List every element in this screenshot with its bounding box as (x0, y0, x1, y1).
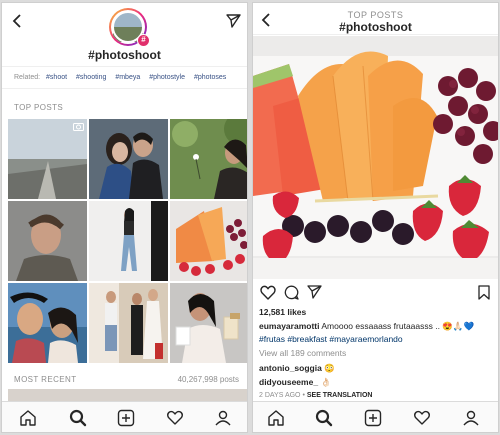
page-title: #photoshoot (88, 48, 161, 62)
search-icon[interactable] (315, 409, 333, 427)
header-sublabel: TOP POSTS (347, 10, 404, 20)
most-recent-label: MOST RECENT (14, 375, 77, 384)
likes-count[interactable]: 12,581 likes (259, 307, 306, 317)
comment-username[interactable]: antonio_soggia (259, 363, 322, 373)
post-header: TOP POSTS #photoshoot (253, 3, 498, 35)
heart-icon[interactable] (260, 285, 276, 300)
related-tag-photostyle[interactable]: #photostyle (149, 74, 185, 81)
caption: eumayaramotti Amoooo essaaass frutaaasss… (259, 321, 474, 332)
related-tags-bar: Related: #shoot #shooting #mbeya #photos… (2, 67, 247, 89)
caption-username[interactable]: eumayaramotti (259, 321, 319, 331)
comment-text: 😳 (324, 363, 335, 373)
recent-posts-preview[interactable] (8, 389, 247, 401)
comment-text: 👌🏻 (320, 377, 332, 387)
comment-icon[interactable] (284, 285, 299, 300)
post-thumbnail[interactable] (8, 283, 87, 363)
page-title: #photoshoot (339, 20, 412, 34)
bookmark-icon[interactable] (478, 285, 490, 300)
send-icon[interactable] (226, 14, 241, 28)
caption-text: Amoooo essaaass frutaaasss .. 😍🙏🏻💙 (321, 321, 475, 331)
caption-hashtags[interactable]: #frutas #breakfast #mayaraemorlando (259, 334, 403, 344)
post-time: 2 DAYS AGO (259, 392, 301, 399)
post-detail-screen: TOP POSTS #photoshoot 12,581 likes eumay… (252, 2, 499, 433)
heart-icon[interactable] (166, 409, 184, 427)
comment: antonio_soggia 😳 (259, 363, 335, 374)
add-icon[interactable] (117, 409, 135, 427)
carousel-icon (73, 123, 84, 131)
post-thumbnail[interactable] (8, 119, 87, 199)
post-thumbnail[interactable] (170, 283, 247, 363)
post-meta: 2 DAYS AGO • SEE TRANSLATION (259, 392, 372, 399)
hashtag-badge: # (137, 34, 150, 47)
bottom-tab-bar (253, 401, 498, 432)
comment-username[interactable]: didyouseeme_ (259, 377, 318, 387)
back-chevron-icon[interactable] (11, 14, 23, 28)
post-image[interactable] (253, 36, 498, 279)
send-icon[interactable] (307, 285, 322, 299)
profile-icon[interactable] (214, 409, 232, 427)
home-icon[interactable] (267, 409, 285, 427)
bottom-tab-bar (2, 401, 247, 432)
related-tag-mbeya[interactable]: #mbeya (115, 74, 140, 81)
heart-icon[interactable] (413, 409, 431, 427)
top-posts-label: TOP POSTS (14, 103, 64, 112)
post-thumbnail[interactable] (170, 119, 247, 199)
related-tag-shooting[interactable]: #shooting (76, 74, 106, 81)
hashtag-header: # #photoshoot (2, 3, 247, 67)
related-tag-photoses[interactable]: #photoses (194, 74, 226, 81)
post-thumbnail[interactable] (89, 119, 168, 199)
post-thumbnail[interactable] (89, 201, 168, 281)
view-comments-link[interactable]: View all 189 comments (259, 348, 346, 358)
meta-separator: • (302, 392, 305, 399)
post-thumbnail[interactable] (170, 201, 247, 281)
posts-count: 40,267,998 posts (177, 375, 239, 384)
related-label: Related: (14, 74, 41, 81)
hashtag-page-screen: # #photoshoot Related: #shoot #shooting … (1, 2, 248, 433)
post-thumbnail[interactable] (89, 283, 168, 363)
home-icon[interactable] (19, 409, 37, 427)
post-thumbnail[interactable] (8, 201, 87, 281)
related-tag-shoot[interactable]: #shoot (46, 74, 67, 81)
search-icon[interactable] (69, 409, 87, 427)
add-icon[interactable] (364, 409, 382, 427)
see-translation-link[interactable]: SEE TRANSLATION (307, 392, 373, 399)
comment: didyouseeme_ 👌🏻 (259, 377, 331, 388)
profile-icon[interactable] (462, 409, 480, 427)
